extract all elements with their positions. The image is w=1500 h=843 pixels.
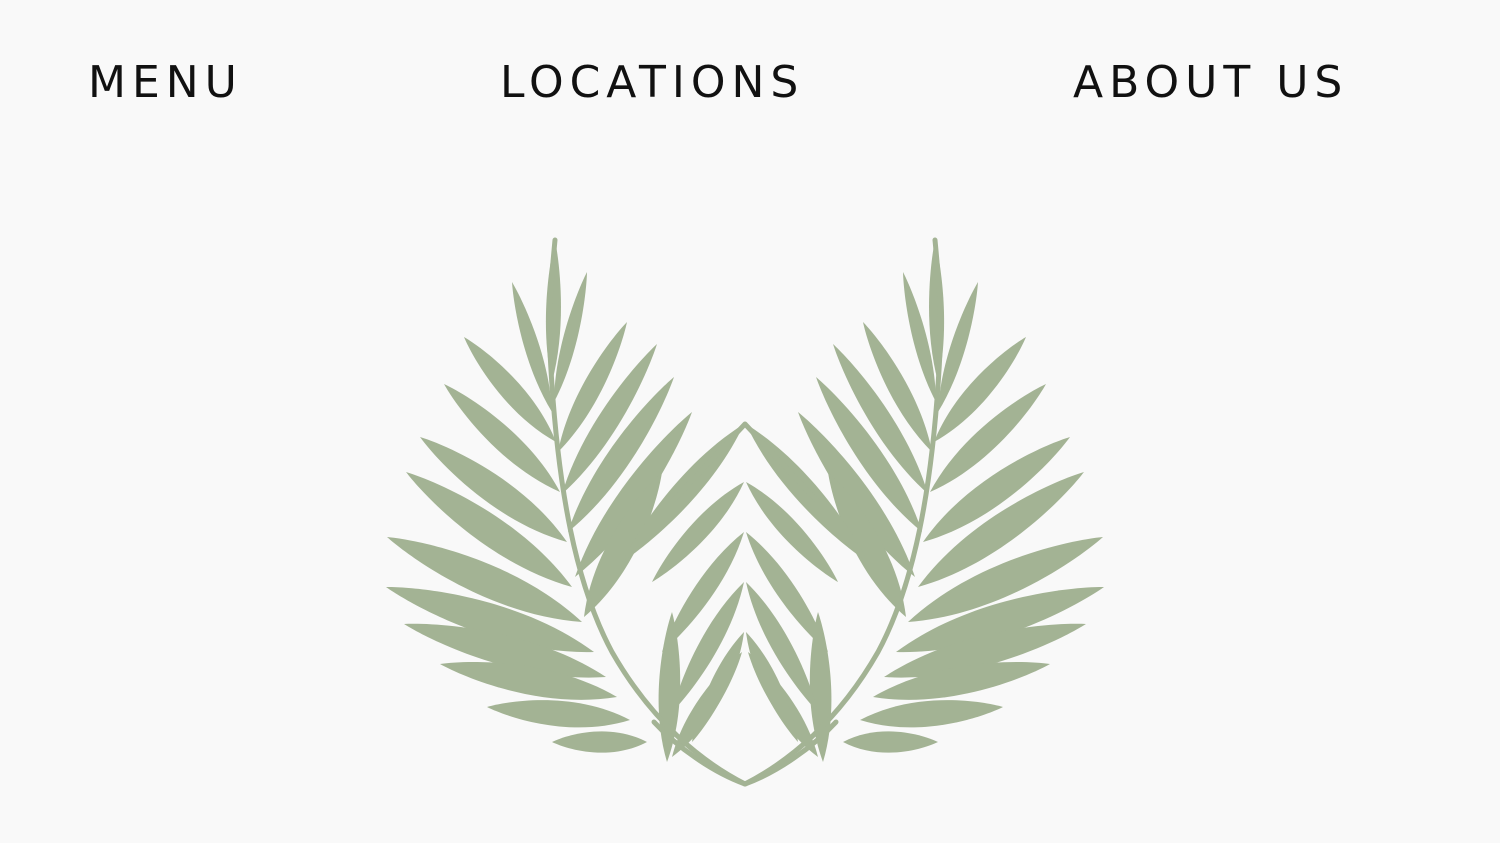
nav-link-about-us[interactable]: ABOUT US (1073, 54, 1348, 112)
leaf-shape (843, 731, 938, 753)
palm-leaf-crest-icon (386, 237, 1104, 787)
leaf-shape (860, 700, 1003, 728)
palm-leaf-crest-logo (372, 232, 1118, 794)
leaf-shape (552, 731, 647, 753)
top-navigation: MENU LOCATIONS ABOUT US (0, 54, 1500, 114)
nav-link-locations[interactable]: LOCATIONS (500, 54, 804, 112)
nav-link-menu[interactable]: MENU (88, 54, 243, 112)
leaf-shape (487, 700, 630, 728)
